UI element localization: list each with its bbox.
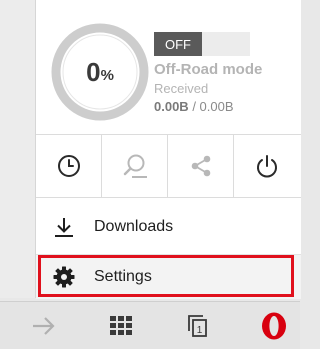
- savings-percent: 0%: [50, 22, 150, 122]
- received-label: Received: [154, 81, 209, 96]
- exit-button[interactable]: [234, 135, 300, 197]
- received-amount: 0.00B: [154, 99, 189, 114]
- share-button[interactable]: [168, 135, 234, 197]
- forward-arrow-icon: [33, 316, 55, 335]
- off-road-toggle[interactable]: OFF: [154, 32, 250, 56]
- received-value: 0.00B / 0.00B: [154, 99, 234, 114]
- menu-item-downloads[interactable]: Downloads: [36, 202, 301, 252]
- tab-count: 1: [197, 325, 203, 336]
- history-icon: [57, 155, 80, 177]
- received-total: 0.00B: [199, 99, 234, 114]
- menu-item-settings[interactable]: Settings: [36, 254, 301, 299]
- opera-menu-button[interactable]: [254, 302, 294, 349]
- tabs-icon: 1: [188, 314, 207, 337]
- savings-percent-number: 0: [86, 56, 101, 87]
- speed-dial-button[interactable]: [101, 302, 141, 349]
- quick-actions-row: [36, 134, 301, 198]
- gear-icon: [52, 265, 76, 289]
- find-in-page-button[interactable]: [102, 135, 168, 197]
- find-in-page-icon: [123, 154, 147, 178]
- forward-button[interactable]: [24, 302, 64, 349]
- mode-title: Off-Road mode: [154, 61, 263, 78]
- data-saver-section: 0% OFF Off-Road mode Received 0.00B / 0.…: [36, 0, 301, 130]
- downloads-label: Downloads: [94, 218, 174, 235]
- toggle-off-label: OFF: [154, 32, 202, 56]
- opera-logo-icon: [262, 312, 286, 339]
- opera-menu-panel: 0% OFF Off-Road mode Received 0.00B / 0.…: [35, 0, 301, 299]
- history-button[interactable]: [36, 135, 102, 197]
- savings-percent-sign: %: [100, 67, 114, 84]
- settings-label: Settings: [94, 268, 152, 285]
- speed-dial-grid-icon: [110, 315, 132, 335]
- bottom-toolbar: 1: [0, 301, 300, 349]
- download-icon: [52, 215, 76, 239]
- power-exit-icon: [257, 155, 277, 178]
- savings-gauge: 0%: [50, 22, 150, 122]
- tabs-button[interactable]: 1: [178, 302, 218, 349]
- share-icon: [191, 155, 210, 177]
- page-backdrop: [0, 0, 35, 298]
